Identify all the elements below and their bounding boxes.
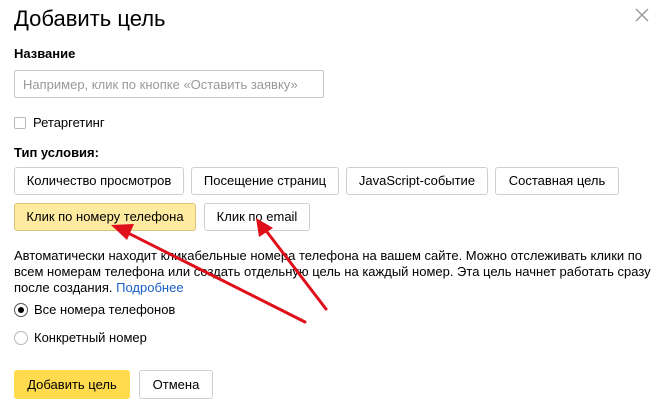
radio-dot[interactable] bbox=[14, 330, 28, 345]
condition-composite-button[interactable]: Составная цель bbox=[495, 167, 619, 195]
condition-type-label: Тип условия: bbox=[14, 145, 99, 160]
condition-javascript-event-button[interactable]: JavaScript-событие bbox=[346, 167, 488, 195]
radio-specific-number[interactable]: Конкретный номер bbox=[14, 330, 147, 345]
page-title: Добавить цель bbox=[14, 6, 166, 31]
description-text: Автоматически находит кликабельные номер… bbox=[14, 248, 651, 295]
add-goal-button[interactable]: Добавить цель bbox=[14, 370, 130, 399]
condition-description: Автоматически находит кликабельные номер… bbox=[14, 248, 654, 296]
name-field-label: Название bbox=[14, 46, 76, 61]
condition-phone-click-button[interactable]: Клик по номеру телефона bbox=[14, 203, 196, 231]
radio-specific-number-label: Конкретный номер bbox=[34, 330, 147, 345]
radio-dot[interactable] bbox=[14, 302, 28, 317]
radio-all-numbers-label: Все номера телефонов bbox=[34, 302, 176, 317]
condition-pageviews-button[interactable]: Количество просмотров bbox=[14, 167, 184, 195]
checkbox-box[interactable] bbox=[14, 116, 26, 129]
goal-name-input[interactable] bbox=[14, 70, 324, 98]
condition-email-click-button[interactable]: Клик по email bbox=[204, 203, 310, 231]
cancel-button[interactable]: Отмена bbox=[139, 370, 213, 399]
condition-page-visit-button[interactable]: Посещение страниц bbox=[191, 167, 339, 195]
more-info-link[interactable]: Подробнее bbox=[116, 280, 183, 295]
retargeting-checkbox[interactable]: Ретаргетинг bbox=[14, 115, 105, 130]
close-icon[interactable] bbox=[632, 5, 652, 25]
retargeting-label: Ретаргетинг bbox=[33, 115, 105, 130]
radio-all-numbers[interactable]: Все номера телефонов bbox=[14, 302, 175, 317]
